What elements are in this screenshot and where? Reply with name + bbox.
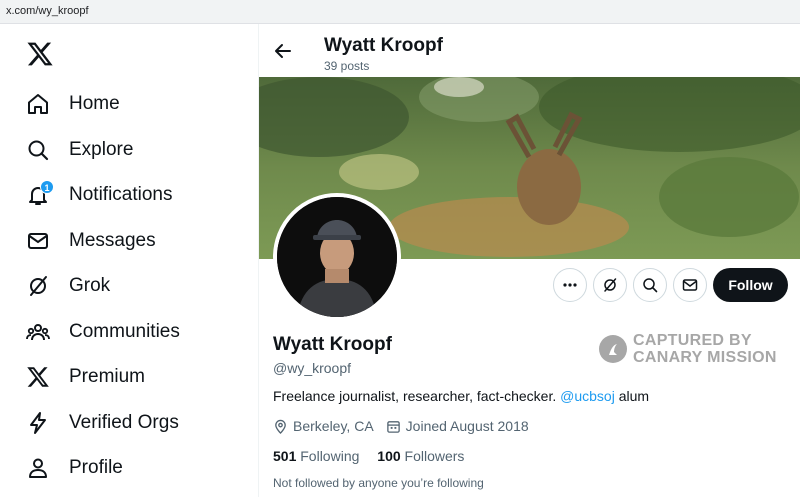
joined-text: Joined August 2018 — [405, 418, 529, 434]
lightning-icon — [26, 411, 50, 435]
grok-icon — [26, 274, 50, 298]
back-arrow-icon[interactable] — [273, 41, 293, 61]
following-link[interactable]: 501 Following — [273, 448, 359, 464]
canary-seal-icon — [599, 335, 627, 363]
joined-item: Joined August 2018 — [386, 418, 529, 434]
grok-button[interactable] — [593, 268, 627, 302]
person-icon — [26, 456, 50, 480]
search-profile-button[interactable] — [633, 268, 667, 302]
bio-suffix: alum — [618, 388, 650, 404]
sidebar-item-label: Notifications — [69, 184, 173, 205]
followers-count: 100 — [377, 448, 401, 464]
sidebar-item-label: Verified Orgs — [69, 412, 179, 433]
location-text: Berkeley, CA — [293, 418, 374, 434]
sidebar-item-label: Explore — [69, 139, 134, 160]
follow-stats: 501 Following 100 Followers — [273, 448, 478, 464]
header-post-count: 39 posts — [324, 59, 370, 73]
header-name: Wyatt Kroopf — [324, 35, 443, 56]
sidebar-item-label: Premium — [69, 366, 146, 387]
sidebar-item-label: Messages — [69, 230, 156, 251]
message-button[interactable] — [673, 268, 707, 302]
watermark-line1: CAPTURED BY — [633, 332, 752, 349]
profile-avatar[interactable] — [273, 193, 401, 321]
sidebar-item-profile[interactable]: Profile — [26, 448, 123, 488]
watermark-line2: CANARY MISSION — [633, 349, 777, 366]
sidebar-item-grok[interactable]: Grok — [26, 266, 110, 306]
notification-badge: 1 — [40, 180, 54, 194]
profile-bio: Freelance journalist, researcher, fact-c… — [273, 388, 649, 404]
profile-handle: @wy_kroopf — [273, 360, 352, 376]
people-icon — [26, 320, 50, 344]
profile-name: Wyatt Kroopf — [273, 334, 392, 355]
sidebar-item-messages[interactable]: Messages — [26, 221, 156, 261]
location-pin-icon — [275, 419, 286, 434]
sidebar-item-verified-orgs[interactable]: Verified Orgs — [26, 403, 179, 443]
more-icon — [563, 283, 577, 287]
followers-label: Followers — [404, 448, 465, 464]
x-logo-icon[interactable] — [26, 40, 54, 68]
sidebar-item-label: Home — [69, 93, 120, 114]
sidebar-item-explore[interactable]: Explore — [26, 130, 133, 170]
profile-header: Wyatt Kroopf 39 posts — [259, 24, 800, 77]
bell-icon: 1 — [26, 180, 54, 207]
profile-meta: Berkeley, CA Joined August 2018 — [273, 418, 541, 434]
envelope-icon — [26, 229, 50, 253]
followers-link[interactable]: 100 Followers — [377, 448, 464, 464]
following-label: Following — [300, 448, 360, 464]
sidebar-item-label: Communities — [69, 321, 180, 342]
search-icon — [643, 278, 658, 293]
not-followed-note: Not followed by anyone you’re following — [273, 476, 484, 490]
browser-address-bar[interactable]: x.com/wy_kroopf — [0, 0, 800, 24]
envelope-icon — [682, 279, 698, 291]
location-item: Berkeley, CA — [273, 418, 374, 434]
canary-mission-watermark: CAPTURED BY CANARY MISSION — [599, 332, 777, 366]
sidebar-item-premium[interactable]: Premium — [26, 357, 145, 397]
sidebar-item-communities[interactable]: Communities — [26, 312, 180, 352]
following-count: 501 — [273, 448, 297, 464]
url-text: x.com/wy_kroopf — [6, 5, 89, 17]
search-icon — [26, 138, 50, 162]
x-logo-icon — [26, 365, 50, 389]
home-icon — [26, 92, 50, 116]
bio-text: Freelance journalist, researcher, fact-c… — [273, 388, 557, 404]
follow-button[interactable]: Follow — [713, 268, 788, 302]
bio-mention-link[interactable]: @ucbsoj — [560, 388, 615, 404]
sidebar-item-home[interactable]: Home — [26, 84, 120, 124]
grok-icon — [604, 278, 617, 292]
profile-column: Wyatt Kroopf 39 posts Follow Wyatt Kroop… — [259, 24, 800, 497]
calendar-icon — [386, 420, 400, 433]
sidebar-item-label: Grok — [69, 275, 111, 296]
sidebar: Home Explore 1 Notifications Messages Gr… — [0, 24, 258, 497]
sidebar-item-label: Profile — [69, 457, 123, 478]
more-options-button[interactable] — [553, 268, 587, 302]
sidebar-item-notifications[interactable]: 1 Notifications — [26, 175, 173, 215]
